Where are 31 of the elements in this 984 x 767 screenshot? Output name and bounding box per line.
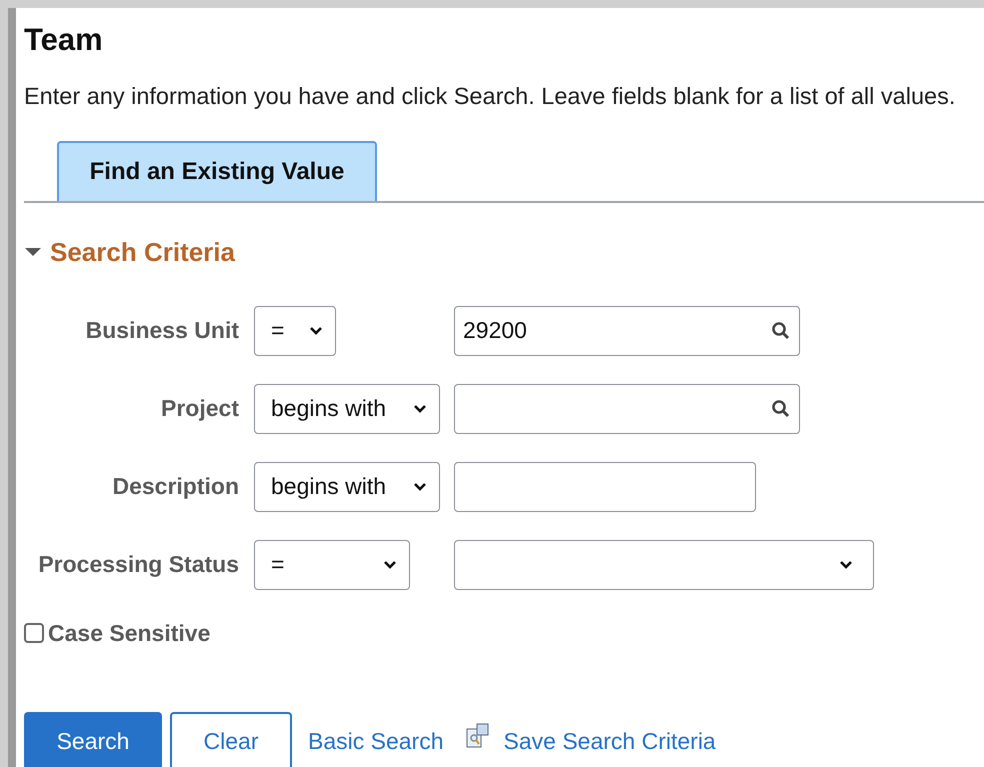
chevron-down-icon — [839, 560, 853, 570]
basic-search-link[interactable]: Basic Search — [308, 724, 444, 758]
lookup-field[interactable] — [454, 384, 800, 434]
operator-dropdown[interactable]: = — [254, 540, 410, 590]
field-label: Project — [161, 394, 239, 424]
chevron-down-icon — [413, 482, 427, 492]
document-icon[interactable] — [466, 723, 490, 749]
section-heading[interactable]: Search Criteria — [50, 232, 235, 272]
instructions-text: Enter any information you have and click Search. Leave fields blank for a list of all values. — [24, 85, 956, 108]
search-button[interactable]: Search — [24, 712, 162, 767]
text-field[interactable] — [454, 462, 756, 512]
field-label: Processing Status — [38, 550, 239, 580]
field-label: Business Unit — [86, 316, 239, 346]
chevron-down-icon — [413, 404, 427, 414]
tab[interactable]: Find an Existing Value — [57, 140, 377, 200]
chevron-down-icon — [383, 560, 397, 570]
chevron-down-icon — [309, 326, 323, 336]
page-title: Team — [24, 24, 104, 55]
clear-button[interactable]: Clear — [170, 712, 292, 767]
checkbox-label: Case Sensitive — [48, 618, 210, 648]
operator-dropdown[interactable]: = — [254, 306, 336, 356]
dropdown-field[interactable] — [454, 540, 874, 590]
field-label: Description — [112, 472, 239, 502]
checkbox[interactable] — [24, 622, 44, 643]
save-search-criteria-link[interactable]: Save Search Criteria — [504, 724, 716, 758]
lookup-field[interactable]: 29200 — [454, 306, 800, 356]
operator-dropdown[interactable]: begins with — [254, 384, 440, 434]
search-icon[interactable] — [771, 320, 791, 340]
search-icon[interactable] — [771, 398, 791, 418]
operator-dropdown[interactable]: begins with — [254, 462, 440, 512]
triangle-icon[interactable] — [24, 246, 42, 258]
